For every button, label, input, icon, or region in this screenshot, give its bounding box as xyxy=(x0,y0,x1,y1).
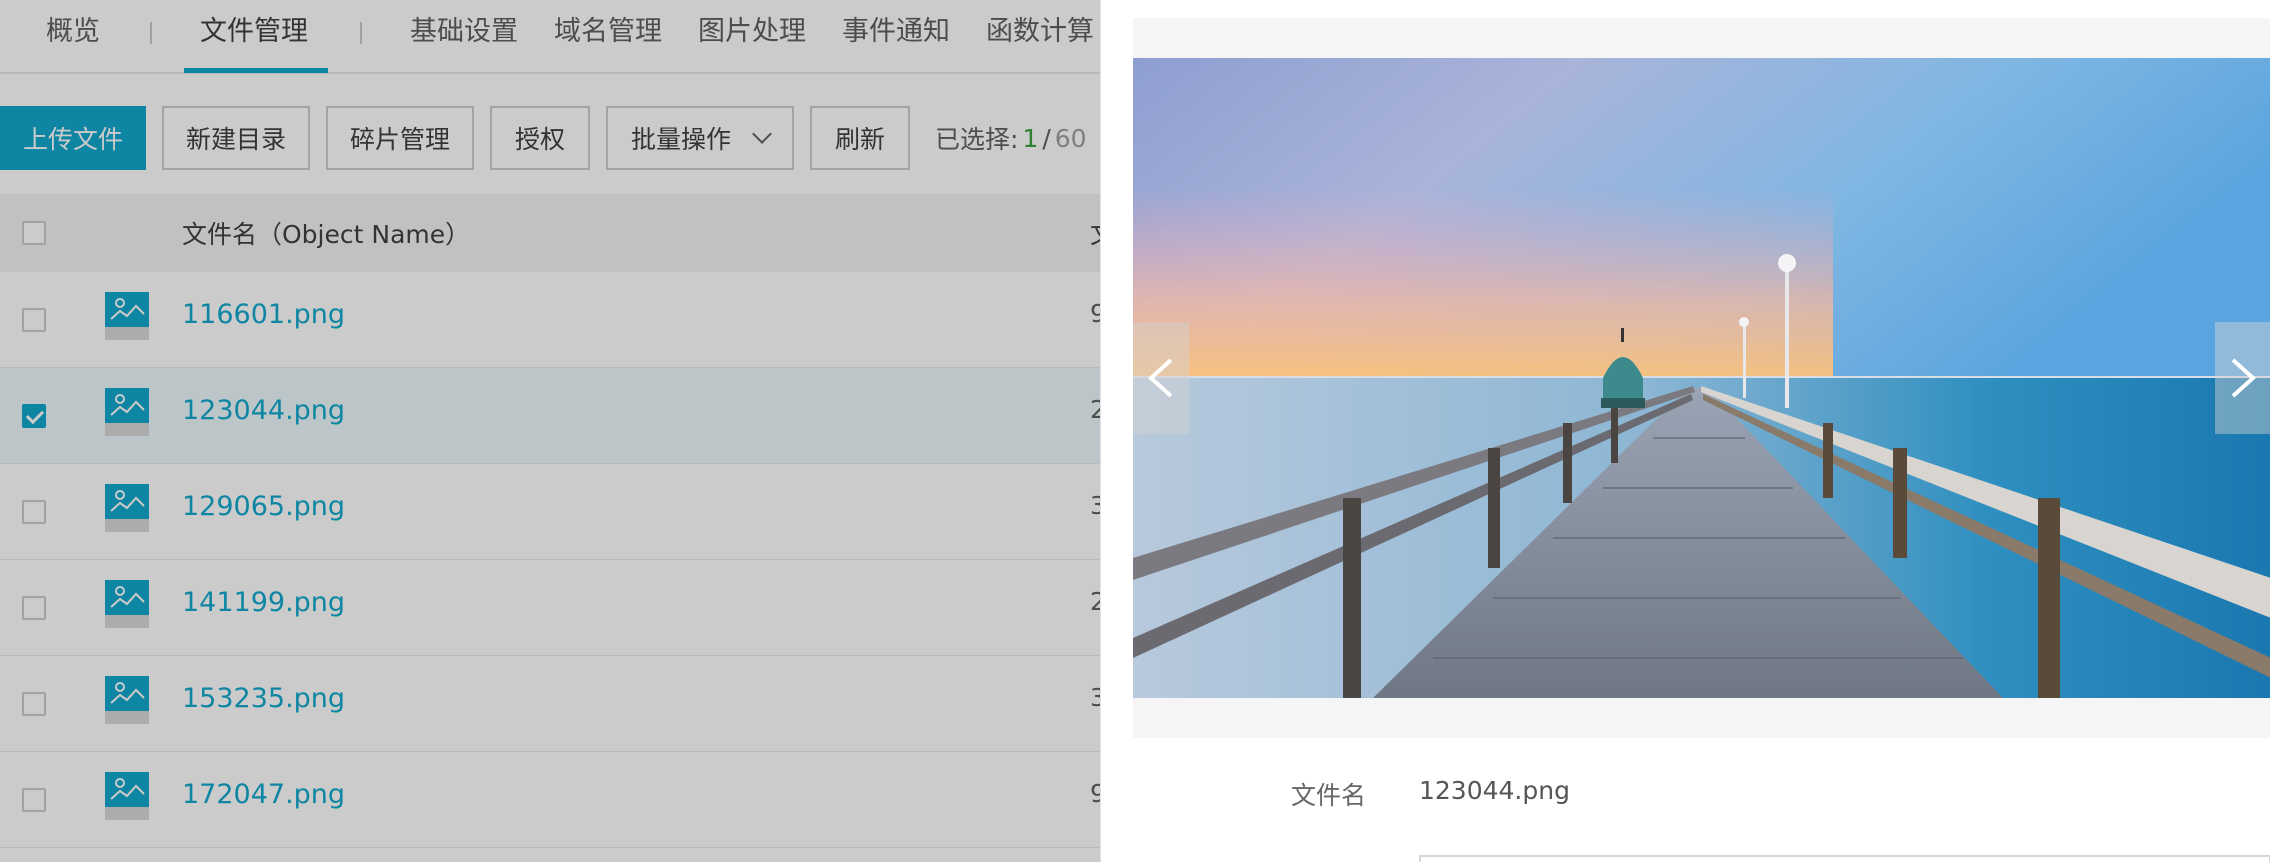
file-manager-panel: 概览 文件管理 基础设置 域名管理 图片处理 事件通知 函数计算 上传文件 新建… xyxy=(0,0,1100,862)
preview-image xyxy=(1133,58,2270,698)
filename-value: 123044.png xyxy=(1419,776,1570,805)
next-image-button[interactable] xyxy=(2215,322,2270,434)
file-url-field[interactable] xyxy=(1419,855,2270,862)
chevron-right-icon xyxy=(2231,358,2256,398)
previous-image-button[interactable] xyxy=(1133,322,1189,434)
modal-backdrop[interactable] xyxy=(0,0,1100,862)
file-preview-drawer: 文件名 123044.png xyxy=(1100,0,2270,862)
filename-label: 文件名 xyxy=(1291,781,1367,810)
image-preview-area xyxy=(1133,18,2270,738)
chevron-left-icon xyxy=(1148,358,1173,398)
